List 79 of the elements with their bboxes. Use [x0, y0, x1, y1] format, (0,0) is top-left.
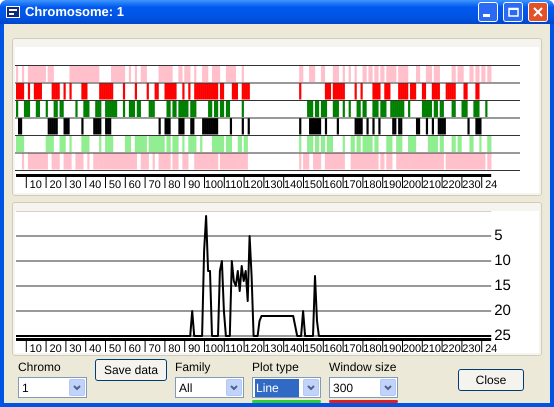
axis-label: 40	[89, 343, 102, 353]
axis-label: 120	[244, 343, 263, 353]
axis-label: 60	[128, 179, 141, 191]
axis-label: 90	[188, 343, 200, 353]
y-tick-label: 25	[494, 326, 511, 344]
axis-label: 80	[168, 179, 181, 191]
maximize-button[interactable]	[503, 2, 523, 22]
close-icon	[533, 7, 543, 17]
axis-label: 170	[343, 343, 362, 353]
axis-label: 140	[284, 179, 302, 191]
axis-label: 100	[204, 343, 224, 353]
dropdown[interactable]: 1	[18, 377, 87, 398]
axis-label: 30	[69, 179, 82, 191]
axis-label: 40	[89, 179, 102, 191]
axis-label: 190	[383, 343, 402, 353]
minimize-icon	[483, 14, 490, 17]
axis-label: 10	[30, 179, 42, 191]
axis-label: 230	[462, 343, 481, 353]
axis-label: 220	[442, 179, 461, 191]
dropdown-value: 300	[332, 380, 354, 396]
dropdown-value: Line	[255, 378, 300, 396]
y-tick-label: 20	[494, 302, 511, 319]
y-tick-label: 5	[494, 226, 503, 244]
axis-label: 120	[244, 179, 263, 191]
axis-label: 50	[108, 343, 122, 353]
axis-label: 30	[69, 343, 82, 353]
close-button[interactable]: Close	[458, 369, 524, 391]
y-tick-label: 15	[494, 276, 511, 294]
chevron-down-icon	[226, 379, 242, 396]
close-window-button[interactable]	[528, 2, 548, 22]
field-label: Plot type	[252, 359, 300, 375]
axis-label: 190	[383, 179, 402, 191]
field-label: Chromo	[18, 359, 62, 375]
axis-label: 160	[324, 179, 342, 191]
axis-label: 24	[485, 343, 498, 353]
axis-label: 140	[284, 343, 302, 353]
window-icon	[6, 6, 20, 18]
dropdown[interactable]: Line	[252, 377, 322, 398]
axis-label: 60	[128, 343, 141, 353]
axis-label: 100	[204, 179, 224, 191]
axis-label: 230	[462, 179, 481, 191]
axis-label: 20	[49, 179, 62, 191]
chevron-down-icon	[303, 379, 320, 396]
axis-label: 200	[402, 179, 422, 191]
axis-label: 220	[442, 343, 461, 353]
axis-label: 70	[148, 343, 161, 353]
axis-label: 130	[264, 343, 283, 353]
axis-label: 90	[188, 179, 200, 191]
chevron-down-icon	[380, 379, 396, 396]
chevron-down-icon	[69, 379, 85, 396]
axis-label: 80	[168, 343, 181, 353]
axis-label: 10	[30, 343, 42, 353]
dropdown[interactable]: 300	[329, 377, 398, 398]
window-title: Chromosome: 1	[25, 3, 125, 22]
y-tick-label: 10	[494, 252, 511, 269]
axis-label: 110	[225, 179, 243, 191]
axis-label: 180	[363, 343, 382, 353]
dropdown[interactable]: All	[175, 377, 244, 398]
minimize-button[interactable]	[478, 2, 498, 22]
axis-label: 150	[304, 179, 322, 191]
dropdown-value: 1	[21, 380, 30, 396]
axis-label: 70	[148, 179, 161, 191]
axis-label: 200	[402, 343, 422, 353]
save-button[interactable]: Save data	[95, 359, 168, 381]
axis-label: 24	[485, 179, 498, 191]
dropdown-value: All	[178, 380, 194, 396]
axis-label: 110	[225, 343, 243, 353]
axis-label: 210	[422, 179, 441, 191]
axis-label: 160	[324, 343, 342, 353]
axis-label: 210	[422, 343, 441, 353]
axis-label: 150	[304, 343, 322, 353]
axis-label: 20	[49, 343, 62, 353]
axis-label: 180	[363, 179, 382, 191]
axis-label: 170	[343, 179, 362, 191]
axis-label: 130	[264, 179, 283, 191]
axis-label: 50	[108, 179, 122, 191]
field-label: Family	[175, 359, 212, 375]
field-label: Window size	[329, 359, 398, 375]
maximize-icon	[508, 7, 518, 17]
